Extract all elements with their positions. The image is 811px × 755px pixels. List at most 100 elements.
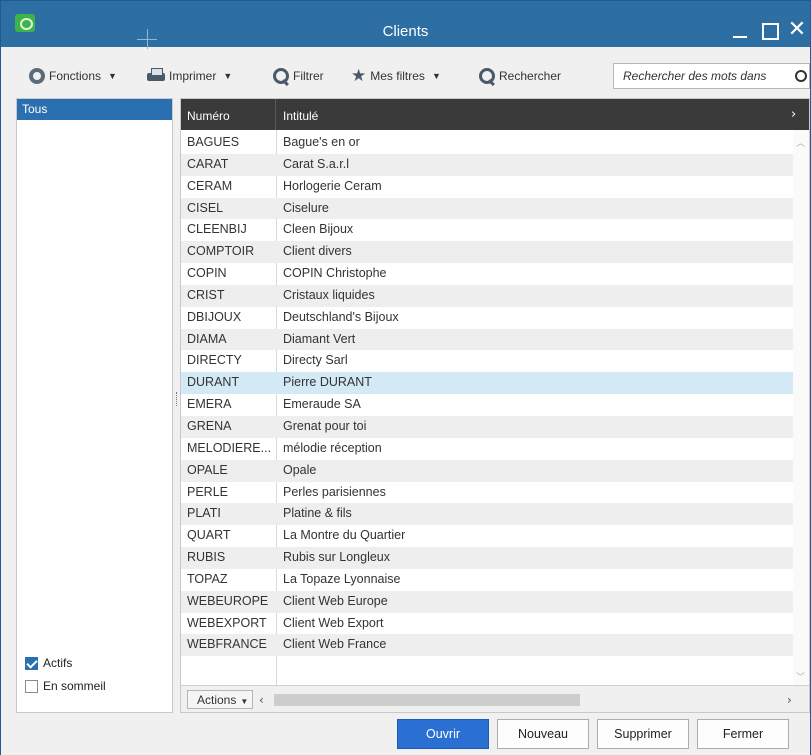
- cell-intitule: mélodie réception: [283, 440, 382, 455]
- fonctions-menu[interactable]: Fonctions ▼: [29, 65, 117, 87]
- table-row[interactable]: CERAM Horlogerie Ceram: [181, 176, 793, 198]
- table-row[interactable]: EMERA Emeraude SA: [181, 394, 793, 416]
- chevron-right-icon[interactable]: ›: [791, 107, 809, 125]
- clients-table: Numéro Intitulé › BAGUES Bague's en or CAR…: [180, 98, 810, 713]
- filtrer-button[interactable]: Filtrer: [273, 65, 324, 87]
- table-row[interactable]: QUART La Montre du Quartier: [181, 525, 793, 547]
- cell-intitule: Carat S.a.r.l: [283, 156, 349, 171]
- cell-numero: DBIJOUX: [187, 309, 242, 324]
- fermer-button[interactable]: Fermer: [697, 719, 789, 749]
- horizontal-scrollbar-thumb[interactable]: [274, 694, 580, 706]
- table-row[interactable]: WEBEXPORT Client Web Export: [181, 613, 793, 635]
- maximize-button[interactable]: [756, 17, 782, 43]
- scroll-down-icon[interactable]: ﹀: [796, 670, 806, 683]
- search-icon: [479, 68, 495, 84]
- cell-numero: CRIST: [187, 287, 225, 302]
- table-row[interactable]: CLEENBIJ Cleen Bijoux: [181, 219, 793, 241]
- cell-numero: WEBEUROPE: [187, 593, 269, 608]
- cell-numero: WEBEXPORT: [187, 615, 267, 630]
- rechercher-button[interactable]: Rechercher: [479, 65, 561, 87]
- cell-numero: GRENA: [187, 418, 232, 433]
- filter-icon: [273, 68, 289, 84]
- table-row[interactable]: RUBIS Rubis sur Longleux: [181, 547, 793, 569]
- actifs-label: Actifs: [43, 656, 73, 670]
- table-row[interactable]: WEBEUROPE Client Web Europe: [181, 590, 793, 613]
- cell-numero: DIAMA: [187, 331, 227, 346]
- table-row[interactable]: COPIN COPIN Christophe: [181, 263, 793, 285]
- cell-numero: QUART: [187, 528, 231, 543]
- table-row[interactable]: GRENA Grenat pour toi: [181, 415, 793, 438]
- cell-intitule: Directy Sarl: [283, 353, 348, 368]
- cell-numero: DIRECTY: [187, 353, 242, 368]
- minimize-button[interactable]: [727, 17, 753, 43]
- cell-intitule: Rubis sur Longleux: [283, 550, 391, 565]
- cell-numero: CERAM: [187, 178, 233, 193]
- column-header-intitule[interactable]: Intitulé: [277, 99, 789, 130]
- table-row[interactable]: OPALE Opale: [181, 459, 793, 482]
- scroll-up-icon[interactable]: ︿: [796, 136, 806, 149]
- table-row[interactable]: COMPTOIR Client divers: [181, 241, 793, 264]
- gear-icon: [29, 68, 45, 84]
- table-row[interactable]: PERLE Perles parisiennes: [181, 482, 793, 504]
- actions-button[interactable]: Actions ▼: [187, 690, 253, 709]
- search-placeholder: Rechercher des mots dans: [623, 69, 767, 83]
- vertical-scrollbar[interactable]: ︿ ﹀: [793, 130, 809, 685]
- imprimer-menu[interactable]: Imprimer ▼: [147, 65, 232, 87]
- cell-numero: COMPTOIR: [187, 244, 255, 259]
- checkbox-unchecked[interactable]: [25, 679, 38, 693]
- scroll-right-icon[interactable]: ›: [787, 693, 792, 707]
- table-row[interactable]: CARAT Carat S.a.r.l: [181, 153, 793, 176]
- table-row[interactable]: CISEL Ciselure: [181, 197, 793, 220]
- cell-intitule: Client Web Europe: [283, 593, 388, 608]
- cell-intitule: Bague's en or: [283, 135, 360, 149]
- supprimer-button[interactable]: Supprimer: [597, 719, 689, 749]
- dialog-buttons: Ouvrir Nouveau Supprimer Fermer: [1, 713, 810, 755]
- nouveau-button[interactable]: Nouveau: [497, 719, 589, 749]
- scroll-left-icon[interactable]: ‹: [259, 693, 264, 707]
- table-row[interactable]: TOPAZ La Topaze Lyonnaise: [181, 569, 793, 591]
- cell-intitule: Perles parisiennes: [283, 484, 386, 499]
- checkbox-checked[interactable]: [25, 656, 38, 670]
- window-title: Clients: [382, 23, 429, 40]
- table-row[interactable]: MELODIERE... mélodie réception: [181, 438, 793, 460]
- filtrer-label: Filtrer: [293, 69, 324, 83]
- mes-filtres-menu[interactable]: ★ Mes filtres ▼: [351, 65, 441, 87]
- table-body: BAGUES Bague's en or CARAT Carat S.a.r.l CER…: [181, 132, 793, 657]
- table-row[interactable]: WEBFRANCE Client Web France: [181, 634, 793, 657]
- cell-intitule: Diamant Vert: [283, 331, 356, 346]
- cell-numero: PLATI: [187, 506, 221, 521]
- cell-intitule: Platine & fils: [283, 506, 352, 521]
- table-row[interactable]: BAGUES Bague's en or: [181, 132, 793, 154]
- filter-panel: Tous Actifs En sommeil: [16, 98, 173, 713]
- table-row[interactable]: CRIST Cristaux liquides: [181, 284, 793, 307]
- cell-intitule: La Topaze Lyonnaise: [283, 571, 401, 586]
- close-button[interactable]: ✕: [784, 17, 810, 43]
- table-row[interactable]: DIRECTY Directy Sarl: [181, 350, 793, 372]
- table-footer: Actions ▼ ‹ ›: [181, 685, 809, 712]
- table-row[interactable]: DIAMA Diamant Vert: [181, 328, 793, 351]
- en-sommeil-checkbox[interactable]: En sommeil: [25, 679, 106, 693]
- search-icon[interactable]: [791, 64, 809, 88]
- table-row[interactable]: PLATI Platine & fils: [181, 503, 793, 526]
- cell-numero: DURANT: [187, 375, 240, 390]
- cell-intitule: Horlogerie Ceram: [283, 178, 382, 193]
- table-row[interactable]: DBIJOUX Deutschland's Bijoux: [181, 307, 793, 329]
- imprimer-label: Imprimer: [169, 69, 217, 83]
- cell-numero: COPIN: [187, 266, 227, 281]
- mes-filtres-label: Mes filtres: [370, 69, 425, 83]
- actifs-checkbox[interactable]: Actifs: [25, 656, 72, 670]
- search-input[interactable]: Rechercher des mots dans: [613, 63, 810, 89]
- title-bar[interactable]: Clients ✕: [1, 1, 810, 49]
- star-icon: ★: [351, 66, 367, 86]
- en-sommeil-label: En sommeil: [43, 679, 106, 693]
- cell-intitule: Ciselure: [283, 200, 329, 215]
- table-row[interactable]: DURANT Pierre DURANT: [181, 372, 793, 395]
- cell-intitule: Pierre DURANT: [283, 375, 372, 390]
- cell-intitule: Cleen Bijoux: [283, 222, 354, 237]
- panel-splitter[interactable]: [175, 98, 179, 713]
- cell-numero: RUBIS: [187, 550, 226, 565]
- filter-item-tous[interactable]: Tous: [17, 99, 172, 120]
- column-header-numero[interactable]: Numéro: [181, 99, 276, 130]
- chevron-down-icon: ▼: [223, 71, 233, 81]
- ouvrir-button[interactable]: Ouvrir: [397, 719, 489, 749]
